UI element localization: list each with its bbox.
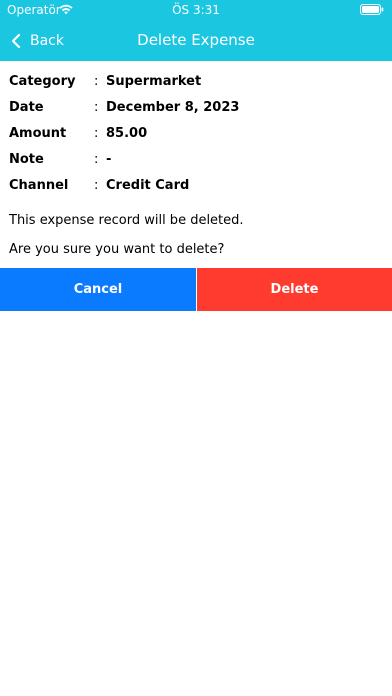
detail-separator: : (94, 151, 99, 167)
detail-separator: : (94, 125, 99, 141)
detail-label: Channel (9, 177, 69, 193)
detail-value: 85.00 (106, 125, 148, 141)
delete-button[interactable]: Delete (197, 268, 392, 311)
detail-row-channel: Channel : Credit Card (9, 172, 383, 198)
detail-separator: : (94, 177, 99, 193)
detail-separator: : (94, 73, 99, 89)
page-title: Delete Expense (137, 31, 255, 49)
detail-value: - (106, 151, 112, 167)
battery-icon (360, 4, 384, 15)
detail-separator: : (94, 99, 99, 115)
detail-value: Credit Card (106, 177, 190, 193)
detail-label: Date (9, 99, 44, 115)
action-buttons: Cancel Delete (0, 268, 392, 311)
status-bar: Operatör ÖS 3:31 (0, 0, 392, 20)
navigation-bar: Back Delete Expense (0, 20, 392, 61)
delete-confirm-text: Are you sure you want to delete? (9, 242, 225, 257)
detail-label: Category (9, 73, 76, 89)
cancel-button[interactable]: Cancel (0, 268, 196, 311)
detail-value: December 8, 2023 (106, 99, 240, 115)
detail-row-category: Category : Supermarket (9, 68, 383, 94)
detail-label: Note (9, 151, 44, 167)
header-bar: Operatör ÖS 3:31 Back Delete Expense (0, 0, 392, 61)
detail-label: Amount (9, 125, 67, 141)
detail-value: Supermarket (106, 73, 202, 89)
detail-row-note: Note : - (9, 146, 383, 172)
detail-row-amount: Amount : 85.00 (9, 120, 383, 146)
detail-row-date: Date : December 8, 2023 (9, 94, 383, 120)
delete-warning-text: This expense record will be deleted. (9, 213, 244, 228)
status-time: ÖS 3:31 (172, 3, 220, 17)
expense-details: Category : Supermarket Date : December 8… (9, 68, 383, 198)
